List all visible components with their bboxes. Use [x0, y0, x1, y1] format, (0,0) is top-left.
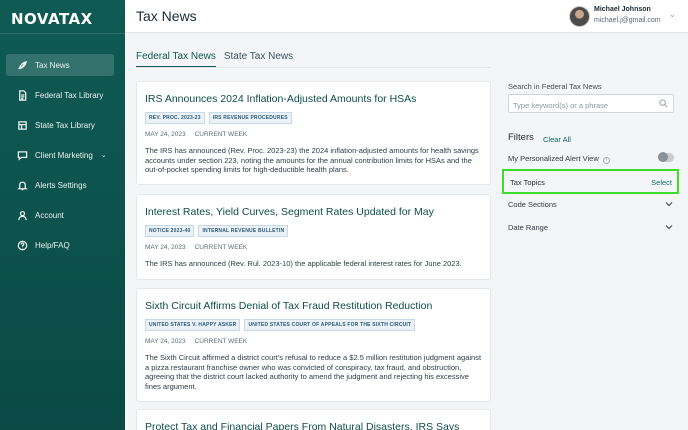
sidebar-item-label: Tax News	[35, 60, 70, 70]
news-date: MAY 24, 2023	[145, 338, 186, 345]
sidebar-nav: Tax News Federal Tax Library State Tax L…	[6, 54, 114, 264]
tab-divider	[136, 67, 491, 68]
alert-view-toggle[interactable]	[658, 152, 674, 162]
tab-state-tax-news[interactable]: State Tax News	[224, 51, 293, 68]
filters-title: Filters	[508, 132, 534, 143]
code-sections-filter[interactable]: Code Sections	[508, 200, 674, 209]
library-icon	[16, 119, 28, 131]
search-box	[508, 94, 674, 114]
news-date: MAY 24, 2023	[145, 244, 186, 251]
personalized-alert-row: My Personalized Alert View i	[508, 154, 674, 164]
user-email: michael.j@gmail.com	[594, 17, 661, 24]
bell-icon	[16, 179, 28, 191]
chevron-down-icon[interactable]	[664, 199, 674, 209]
sidebar-item-label: Help/FAQ	[35, 240, 70, 250]
sidebar-item-state-tax-library[interactable]: State Tax Library	[6, 114, 114, 136]
info-icon[interactable]: i	[602, 157, 610, 164]
app-logo[interactable]: NOVATAX	[11, 10, 93, 28]
date-range-label: Date Range	[508, 223, 549, 232]
news-excerpt: The Sixth Circuit affirmed a district co…	[145, 353, 482, 391]
sidebar-item-account[interactable]: Account	[6, 204, 114, 226]
avatar[interactable]	[569, 6, 590, 27]
sidebar: NOVATAX Tax News Federal Tax Library Sta…	[0, 0, 125, 430]
sidebar-item-label: State Tax Library	[35, 120, 95, 130]
search-label: Search in Federal Tax News	[508, 82, 602, 91]
news-tabs: Federal Tax News State Tax News	[136, 51, 301, 68]
news-period: CURRENT WEEK	[194, 338, 248, 345]
sidebar-item-help-faq[interactable]: Help/FAQ	[6, 234, 114, 256]
help-icon	[16, 239, 28, 251]
tag-list: UNITED STATES V. HAPPY ASKER UNITED STAT…	[145, 319, 482, 331]
sidebar-item-alerts-settings[interactable]: Alerts Settings	[6, 174, 114, 196]
news-card: IRS Announces 2024 Inflation-Adjusted Am…	[136, 81, 491, 185]
chat-icon	[16, 149, 28, 161]
tag[interactable]: UNITED STATES COURT OF APPEALS FOR THE S…	[244, 319, 416, 331]
tag[interactable]: INTERNAL REVENUE BULLETIN	[198, 225, 289, 237]
clear-all-link[interactable]: Clear All	[543, 135, 571, 144]
date-range-filter[interactable]: Date Range	[508, 223, 674, 232]
tax-topics-filter[interactable]: Tax Topics Select	[502, 169, 679, 194]
user-name[interactable]: Michael Johnson	[594, 6, 651, 13]
news-meta: MAY 24, 2023 CURRENT WEEK	[145, 131, 482, 138]
news-meta: MAY 24, 2023 CURRENT WEEK	[145, 338, 482, 345]
chevron-down-icon[interactable]	[664, 222, 674, 232]
user-icon	[16, 209, 28, 221]
tag[interactable]: IRS REVENUE PROCEDURES	[208, 112, 292, 124]
tab-federal-tax-news[interactable]: Federal Tax News	[136, 51, 216, 68]
news-date: MAY 24, 2023	[145, 131, 186, 138]
tag-list: NOTICE 2023-40 INTERNAL REVENUE BULLETIN	[145, 225, 482, 237]
page-title: Tax News	[136, 8, 197, 24]
news-card: Sixth Circuit Affirms Denial of Tax Frau…	[136, 288, 491, 402]
news-period: CURRENT WEEK	[194, 131, 248, 138]
rocket-icon	[16, 59, 28, 71]
top-header: Tax News Michael Johnson michael.j@gmail…	[125, 0, 688, 33]
news-period: CURRENT WEEK	[194, 244, 248, 251]
search-icon[interactable]	[659, 99, 668, 108]
document-icon	[16, 89, 28, 101]
news-meta: MAY 24, 2023 CURRENT WEEK	[145, 244, 482, 251]
news-excerpt: The IRS has announced (Rev. Proc. 2023-2…	[145, 146, 479, 175]
news-card-title[interactable]: IRS Announces 2024 Inflation-Adjusted Am…	[145, 93, 482, 105]
tag[interactable]: UNITED STATES V. HAPPY ASKER	[145, 319, 241, 331]
alert-view-label: My Personalized Alert View	[508, 154, 599, 163]
sidebar-item-label: Client Marketing	[35, 150, 93, 160]
sidebar-item-client-marketing[interactable]: Client Marketing ⌄	[6, 144, 114, 166]
news-excerpt: The IRS has announced (Rev. Rul. 2023-10…	[145, 259, 462, 268]
news-card: Protect Tax and Financial Papers From Na…	[136, 409, 491, 430]
tag[interactable]: REV. PROC. 2023-23	[145, 112, 205, 124]
chevron-down-icon[interactable]: ⌄	[101, 151, 107, 159]
news-card-title[interactable]: Sixth Circuit Affirms Denial of Tax Frau…	[145, 300, 482, 312]
tax-topics-label: Tax Topics	[510, 178, 545, 187]
sidebar-item-label: Account	[35, 210, 64, 220]
sidebar-divider	[0, 33, 125, 34]
news-card-title[interactable]: Protect Tax and Financial Papers From Na…	[145, 421, 482, 430]
code-sections-label: Code Sections	[508, 200, 557, 209]
tax-topics-select-link[interactable]: Select	[651, 178, 672, 187]
sidebar-item-label: Federal Tax Library	[35, 90, 104, 100]
sidebar-item-label: Alerts Settings	[35, 180, 87, 190]
sidebar-item-federal-tax-library[interactable]: Federal Tax Library	[6, 84, 114, 106]
news-card-title[interactable]: Interest Rates, Yield Curves, Segment Ra…	[145, 206, 482, 218]
chevron-down-icon[interactable]: ⌄	[669, 10, 676, 19]
tag[interactable]: NOTICE 2023-40	[145, 225, 195, 237]
tag-list: REV. PROC. 2023-23 IRS REVENUE PROCEDURE…	[145, 112, 482, 124]
news-card: Interest Rates, Yield Curves, Segment Ra…	[136, 194, 491, 280]
search-input[interactable]	[509, 97, 649, 114]
sidebar-item-tax-news[interactable]: Tax News	[6, 54, 114, 76]
